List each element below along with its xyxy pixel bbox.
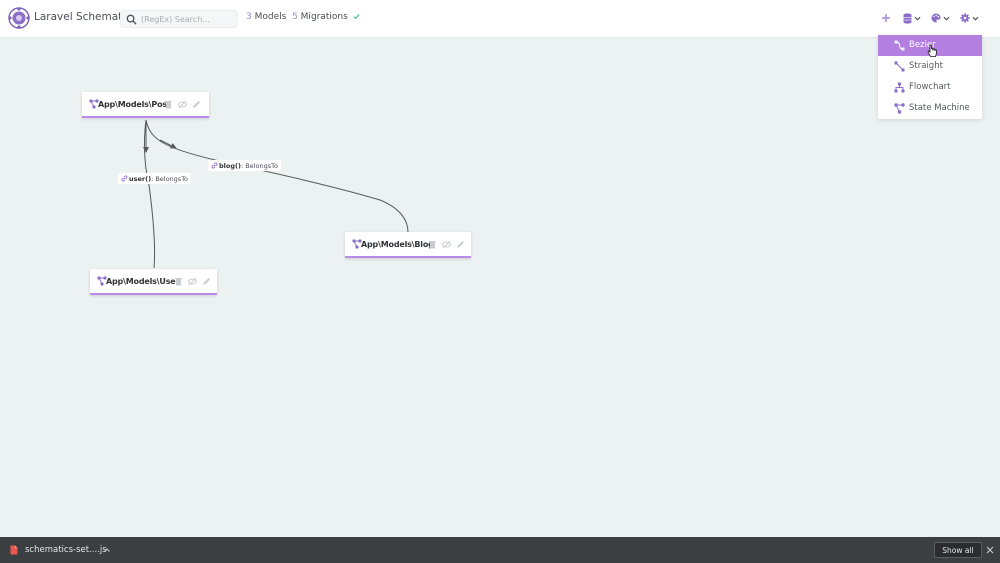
dropdown-item-state-machine[interactable]: State Machine (878, 98, 982, 119)
download-file-name[interactable]: schematics-set....js (25, 545, 107, 555)
trash-icon[interactable] (428, 240, 437, 249)
model-title: App\Models\Blog (361, 240, 434, 249)
database-menu-button[interactable] (903, 11, 921, 25)
model-node-user[interactable]: App\Models\User (90, 269, 217, 295)
edge-method: user() (129, 174, 152, 183)
chevron-down-icon (972, 16, 979, 21)
file-icon (10, 545, 18, 555)
edge-method: blog() (219, 161, 241, 170)
edge-type: : BelongsTo (240, 161, 278, 170)
trash-icon[interactable] (174, 277, 183, 286)
models-count: 3 (246, 12, 252, 22)
dropdown-item-straight[interactable]: Straight (878, 56, 982, 77)
model-migration-counts: 3 Models 5 Migrations (246, 12, 360, 22)
check-icon (353, 14, 360, 20)
search-icon (126, 14, 137, 25)
trash-icon[interactable] (164, 100, 173, 109)
migrations-label[interactable]: Migrations (301, 12, 348, 22)
edge-post-user (143, 119, 156, 269)
pencil-icon[interactable] (456, 240, 465, 249)
dropdown-item-label: Flowchart (909, 82, 951, 92)
database-icon (903, 12, 912, 24)
show-all-button[interactable]: Show all (934, 542, 982, 558)
state-machine-icon (894, 103, 905, 114)
dropdown-item-flowchart[interactable]: Flowchart (878, 77, 982, 98)
bezier-icon (894, 40, 905, 51)
eye-off-icon[interactable] (442, 240, 451, 249)
palette-icon (931, 13, 941, 23)
model-title: App\Models\User (106, 277, 180, 286)
edge-type: : BelongsTo (151, 174, 189, 183)
edge-label-blog[interactable]: blog(): BelongsTo (208, 160, 281, 171)
close-icon[interactable] (986, 546, 994, 554)
dropdown-item-label: State Machine (909, 103, 970, 113)
search-input[interactable] (141, 13, 235, 26)
app-logo-icon[interactable] (8, 7, 30, 29)
theme-menu-button[interactable] (931, 11, 950, 25)
pencil-icon[interactable] (192, 100, 201, 109)
flowchart-icon (894, 82, 905, 93)
pencil-icon[interactable] (202, 277, 211, 286)
download-bar: schematics-set....js Show all (0, 537, 1000, 563)
link-icon (211, 162, 218, 169)
model-title: App\Models\Post (98, 100, 171, 109)
eye-off-icon[interactable] (178, 100, 187, 109)
edge-label-user[interactable]: user(): BelongsTo (118, 173, 192, 184)
mouse-cursor-icon (927, 44, 937, 57)
plus-icon (882, 14, 890, 22)
add-button[interactable] (881, 11, 891, 25)
models-label[interactable]: Models (255, 12, 287, 22)
model-node-post[interactable]: App\Models\Post (82, 92, 209, 118)
settings-menu-button[interactable] (960, 11, 979, 25)
link-icon (121, 175, 128, 182)
chevron-down-icon (914, 16, 921, 21)
schema-canvas[interactable]: App\Models\Post App\Models\User App\Mode… (0, 38, 1000, 537)
dropdown-item-label: Straight (909, 61, 943, 71)
search-box[interactable] (120, 10, 238, 28)
chevron-up-icon[interactable] (103, 546, 111, 554)
chevron-down-icon (943, 16, 950, 21)
top-header: Laravel Schematics 3 Models 5 Migrations (0, 0, 1000, 38)
eye-off-icon[interactable] (188, 277, 197, 286)
straight-icon (894, 61, 905, 72)
model-node-blog[interactable]: App\Models\Blog (345, 232, 471, 258)
migrations-count: 5 (292, 12, 298, 22)
gear-icon (960, 13, 970, 23)
